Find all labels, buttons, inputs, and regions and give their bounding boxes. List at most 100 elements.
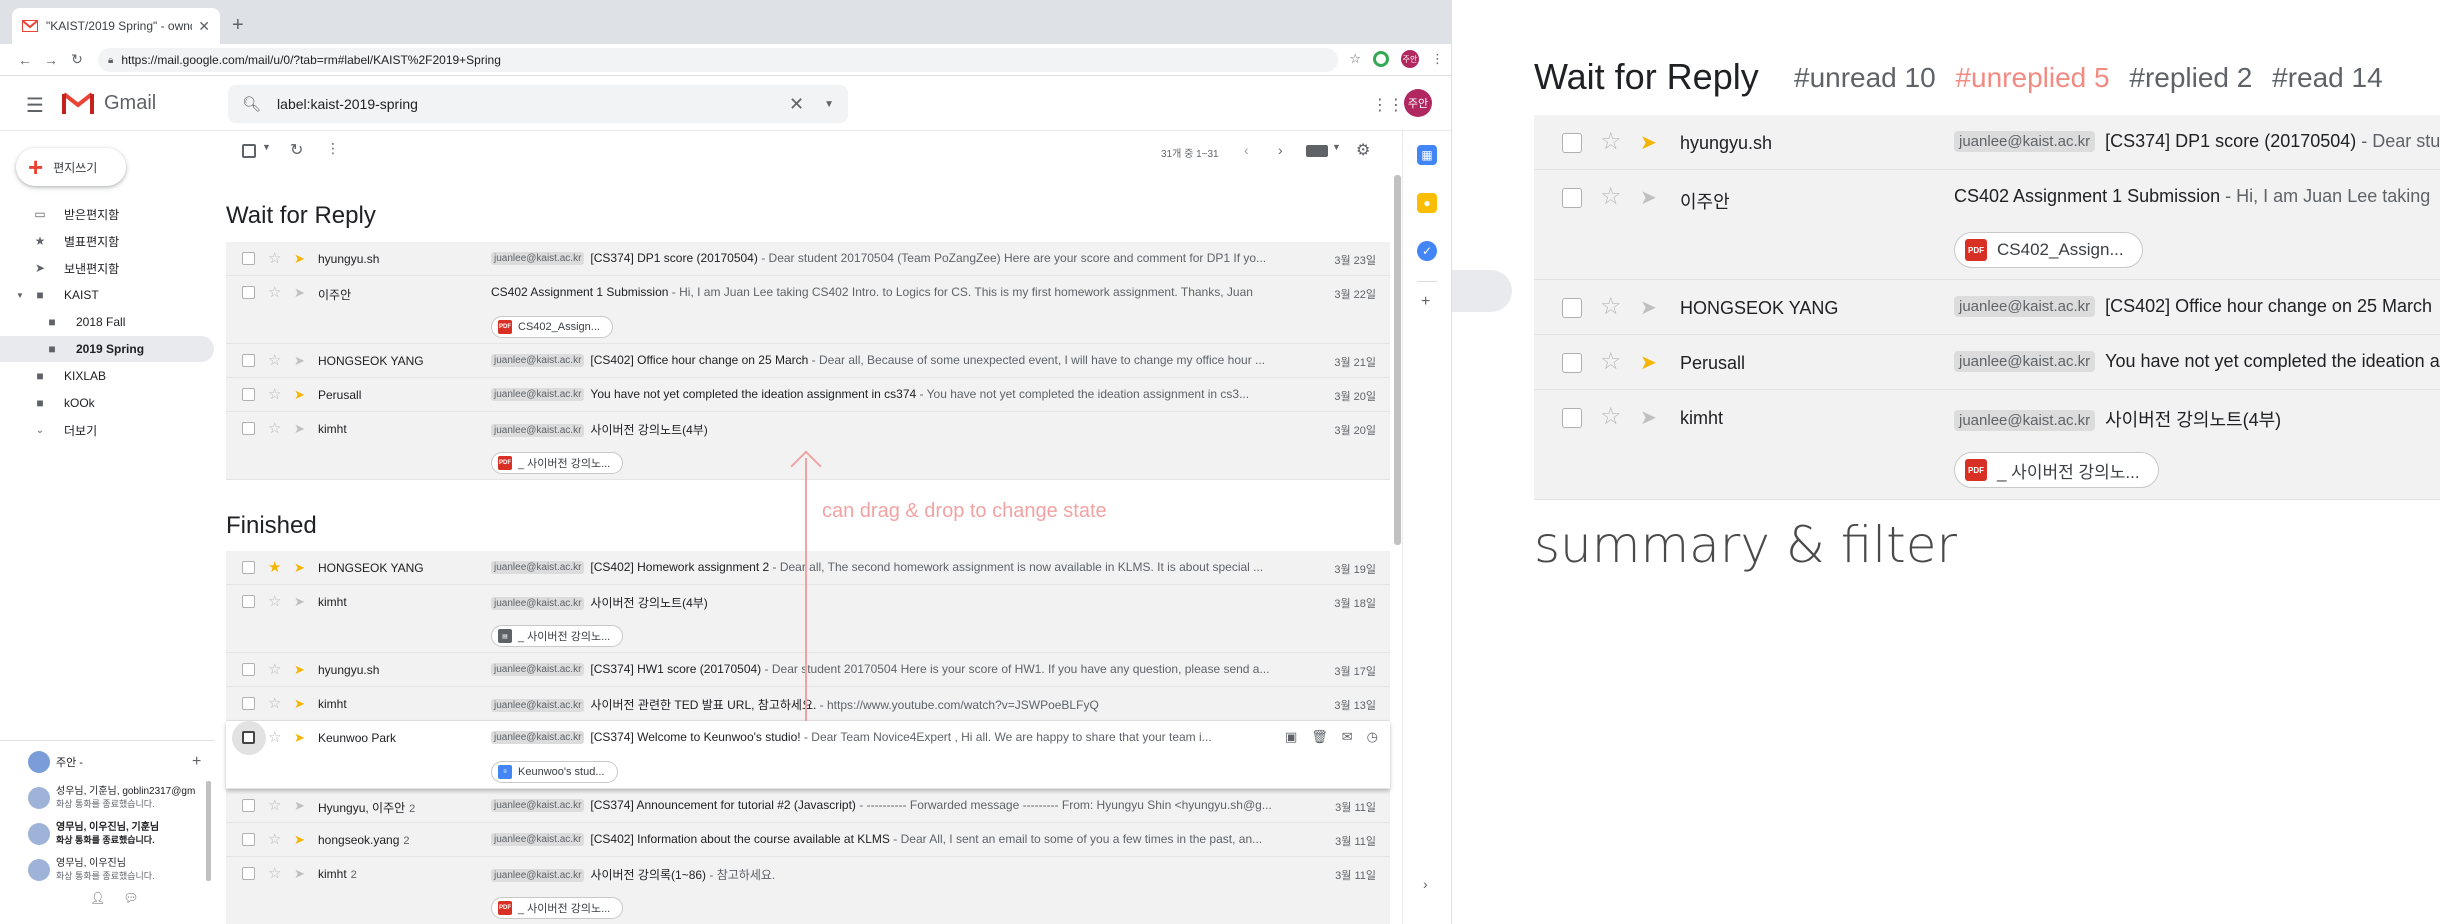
attachment-chip[interactable]: PDF CS402_Assign...: [491, 316, 613, 338]
account-label[interactable]: juanlee@kaist.ac.kr: [491, 833, 585, 846]
new-tab-icon[interactable]: +: [232, 14, 244, 37]
importance-marker-icon[interactable]: ➤: [1640, 350, 1657, 375]
account-label[interactable]: juanlee@kaist.ac.kr: [1954, 131, 2096, 152]
row-checkbox[interactable]: [242, 697, 255, 710]
row-checkbox[interactable]: [1562, 298, 1582, 318]
hangouts-conversation[interactable]: 영무님, 이우진님, 기훈님 화상 통화를 종료했습니다.: [28, 821, 208, 847]
account-label[interactable]: juanlee@kaist.ac.kr: [491, 799, 585, 812]
refresh-icon[interactable]: ↻: [290, 140, 303, 160]
mark-read-icon[interactable]: ✉: [1342, 729, 1353, 745]
get-addons-icon[interactable]: +: [1421, 293, 1430, 311]
settings-gear-icon[interactable]: ⚙: [1356, 140, 1370, 160]
importance-marker-icon[interactable]: ➤: [294, 560, 305, 576]
browser-tab[interactable]: "KAIST/2019 Spring" - ownde ✕: [12, 8, 220, 44]
importance-marker-icon[interactable]: ➤: [294, 730, 305, 746]
mail-content[interactable]: juanlee@kaist.ac.kr [CS374] DP1 score (20…: [1954, 131, 2440, 152]
attachment-chip[interactable]: ▤ _ 사이버전 강의노...: [491, 625, 624, 647]
back-icon[interactable]: ←: [12, 52, 38, 68]
sidebar-item-starred[interactable]: ★ 별표편지함: [0, 228, 214, 254]
mail-content[interactable]: juanlee@kaist.ac.kr You have not yet comp…: [491, 387, 1281, 401]
search-query[interactable]: label:kaist-2019-spring: [277, 96, 789, 112]
star-icon[interactable]: ☆: [268, 694, 281, 712]
star-icon[interactable]: ☆: [1600, 402, 1622, 431]
tag-read[interactable]: #read 14: [2272, 62, 2383, 93]
gmail-logo-icon[interactable]: [62, 90, 94, 116]
mail-content[interactable]: juanlee@kaist.ac.kr [CS402] Information a…: [491, 832, 1281, 846]
star-icon[interactable]: ☆: [1600, 347, 1622, 376]
star-icon[interactable]: ★: [268, 558, 281, 576]
star-icon[interactable]: ☆: [268, 864, 281, 882]
importance-marker-icon[interactable]: ➤: [294, 662, 305, 678]
delete-icon[interactable]: 🗑︎: [1311, 729, 1328, 745]
star-icon[interactable]: ☆: [268, 385, 281, 403]
account-label[interactable]: juanlee@kaist.ac.kr: [1954, 410, 2096, 431]
tasks-icon[interactable]: ✓: [1417, 241, 1437, 261]
attachment-chip[interactable]: PDF _ 사이버전 강의노...: [491, 452, 624, 474]
mail-content[interactable]: juanlee@kaist.ac.kr 사이버전 관련한 TED 발표 URL, …: [491, 696, 1281, 713]
importance-marker-icon[interactable]: ➤: [294, 421, 305, 437]
search-icon[interactable]: 🔍︎: [242, 95, 261, 113]
forward-icon[interactable]: →: [38, 52, 64, 68]
account-label[interactable]: juanlee@kaist.ac.kr: [491, 424, 585, 437]
star-icon[interactable]: ☆: [268, 351, 281, 369]
account-label[interactable]: juanlee@kaist.ac.kr: [491, 597, 585, 610]
mail-row[interactable]: ☆ ➤ kimht juanlee@kaist.ac.kr 사이버전 관련한 TED 발…: [226, 687, 1390, 721]
sidebar-item-2019-spring[interactable]: ■ 2019 Spring: [0, 336, 214, 362]
mail-row[interactable]: ★ ➤ HONGSEOK YANG juanlee@kaist.ac.kr [CS402…: [226, 551, 1390, 585]
mail-row[interactable]: ☆ ➤ hyungyu.sh juanlee@kaist.ac.kr [CS374] H…: [226, 653, 1390, 687]
star-icon[interactable]: ☆: [268, 796, 281, 814]
mail-content[interactable]: juanlee@kaist.ac.kr 사이버전 강의노트(4부): [491, 594, 1281, 611]
mail-content[interactable]: juanlee@kaist.ac.kr [CS374] Welcome to Ke…: [491, 730, 1281, 744]
browser-profile-avatar[interactable]: 주안: [1401, 50, 1419, 68]
mail-content[interactable]: juanlee@kaist.ac.kr 사이버전 강의노트(4부): [1954, 406, 2281, 432]
sidebar-item-inbox[interactable]: ▭ 받은편지함: [0, 201, 214, 227]
search-options-icon[interactable]: ▼: [824, 99, 834, 110]
sidebar-item-kaist[interactable]: ▼ ■ KAIST: [0, 282, 214, 308]
importance-marker-icon[interactable]: ➤: [294, 594, 305, 610]
browser-menu-icon[interactable]: ⋮: [1431, 51, 1444, 67]
sidebar-item-sent[interactable]: ➤ 보낸편지함: [0, 255, 214, 281]
star-icon[interactable]: ☆: [268, 660, 281, 678]
mail-row[interactable]: ☆ ➤ kimht 2 juanlee@kaist.ac.kr 사이버전 강의록(1~86…: [226, 857, 1390, 924]
importance-marker-icon[interactable]: ➤: [294, 798, 305, 814]
row-checkbox[interactable]: [242, 422, 255, 435]
row-checkbox[interactable]: [1562, 408, 1582, 428]
mail-row[interactable]: ☆ ➤ hyungyu.sh juanlee@kaist.ac.kr [CS374] D…: [226, 242, 1390, 276]
new-conversation-icon[interactable]: +: [192, 753, 201, 771]
row-checkbox[interactable]: [242, 354, 255, 367]
tag-unread[interactable]: #unread 10: [1794, 62, 1936, 93]
zoom-mail-row[interactable]: ☆ ➤ hyungyu.sh juanlee@kaist.ac.kr [CS374] D…: [1534, 115, 2440, 170]
zoom-mail-row[interactable]: ☆ ➤ Perusall juanlee@kaist.ac.kr You have no…: [1534, 335, 2440, 390]
bookmark-star-icon[interactable]: ☆: [1349, 51, 1361, 67]
importance-marker-icon[interactable]: ➤: [1640, 130, 1657, 155]
row-checkbox[interactable]: [242, 731, 255, 744]
attachment-chip[interactable]: PDF _ 사이버전 강의노...: [491, 897, 624, 919]
importance-marker-icon[interactable]: ➤: [294, 353, 305, 369]
importance-marker-icon[interactable]: ➤: [1640, 185, 1657, 210]
zoom-mail-row[interactable]: ☆ ➤ 이주안 CS402 Assignment 1 Submission - Hi,…: [1534, 170, 2440, 280]
mail-content[interactable]: juanlee@kaist.ac.kr 사이버전 강의노트(4부): [491, 421, 1281, 438]
mail-row[interactable]: ☆ ➤ Hyungyu, 이주안 2 juanlee@kaist.ac.kr [CS374…: [226, 789, 1390, 823]
account-label[interactable]: juanlee@kaist.ac.kr: [491, 252, 585, 265]
mail-row[interactable]: ☆ ➤ 이주안 CS402 Assignment 1 Submission - Hi,…: [226, 276, 1390, 344]
star-icon[interactable]: ☆: [268, 592, 281, 610]
star-icon[interactable]: ☆: [268, 728, 281, 746]
search-input[interactable]: 🔍︎ label:kaist-2019-spring ✕ ▼: [228, 85, 848, 123]
hangouts-chat-icon[interactable]: 💬︎: [123, 891, 138, 905]
row-checkbox[interactable]: [242, 252, 255, 265]
row-checkbox[interactable]: [1562, 188, 1582, 208]
mail-row[interactable]: ☆ ➤ Keunwoo Park juanlee@kaist.ac.kr [CS374]…: [226, 721, 1390, 789]
sidebar-item-more[interactable]: ⌄ 더보기: [0, 417, 214, 443]
zoom-mail-row[interactable]: ☆ ➤ kimht juanlee@kaist.ac.kr 사이버전 강의노트(4부) P…: [1534, 390, 2440, 500]
more-actions-icon[interactable]: ⋮: [326, 140, 340, 157]
url-field[interactable]: 🔒︎ https://mail.google.com/mail/u/0/?tab…: [98, 48, 1338, 72]
clear-search-icon[interactable]: ✕: [789, 94, 804, 115]
row-checkbox[interactable]: [242, 595, 255, 608]
person-icon[interactable]: 👤︎: [90, 891, 105, 905]
account-label[interactable]: juanlee@kaist.ac.kr: [491, 731, 585, 744]
mail-content[interactable]: juanlee@kaist.ac.kr [CS374] HW1 score (20…: [491, 662, 1281, 676]
keep-icon[interactable]: ●: [1417, 193, 1437, 213]
mail-content[interactable]: juanlee@kaist.ac.kr You have not yet comp…: [1954, 351, 2440, 372]
hangouts-conversation[interactable]: 영무님, 이우진님 화상 통화를 종료했습니다.: [28, 857, 208, 883]
attachment-chip[interactable]: PDF _ 사이버전 강의노...: [1954, 452, 2159, 488]
